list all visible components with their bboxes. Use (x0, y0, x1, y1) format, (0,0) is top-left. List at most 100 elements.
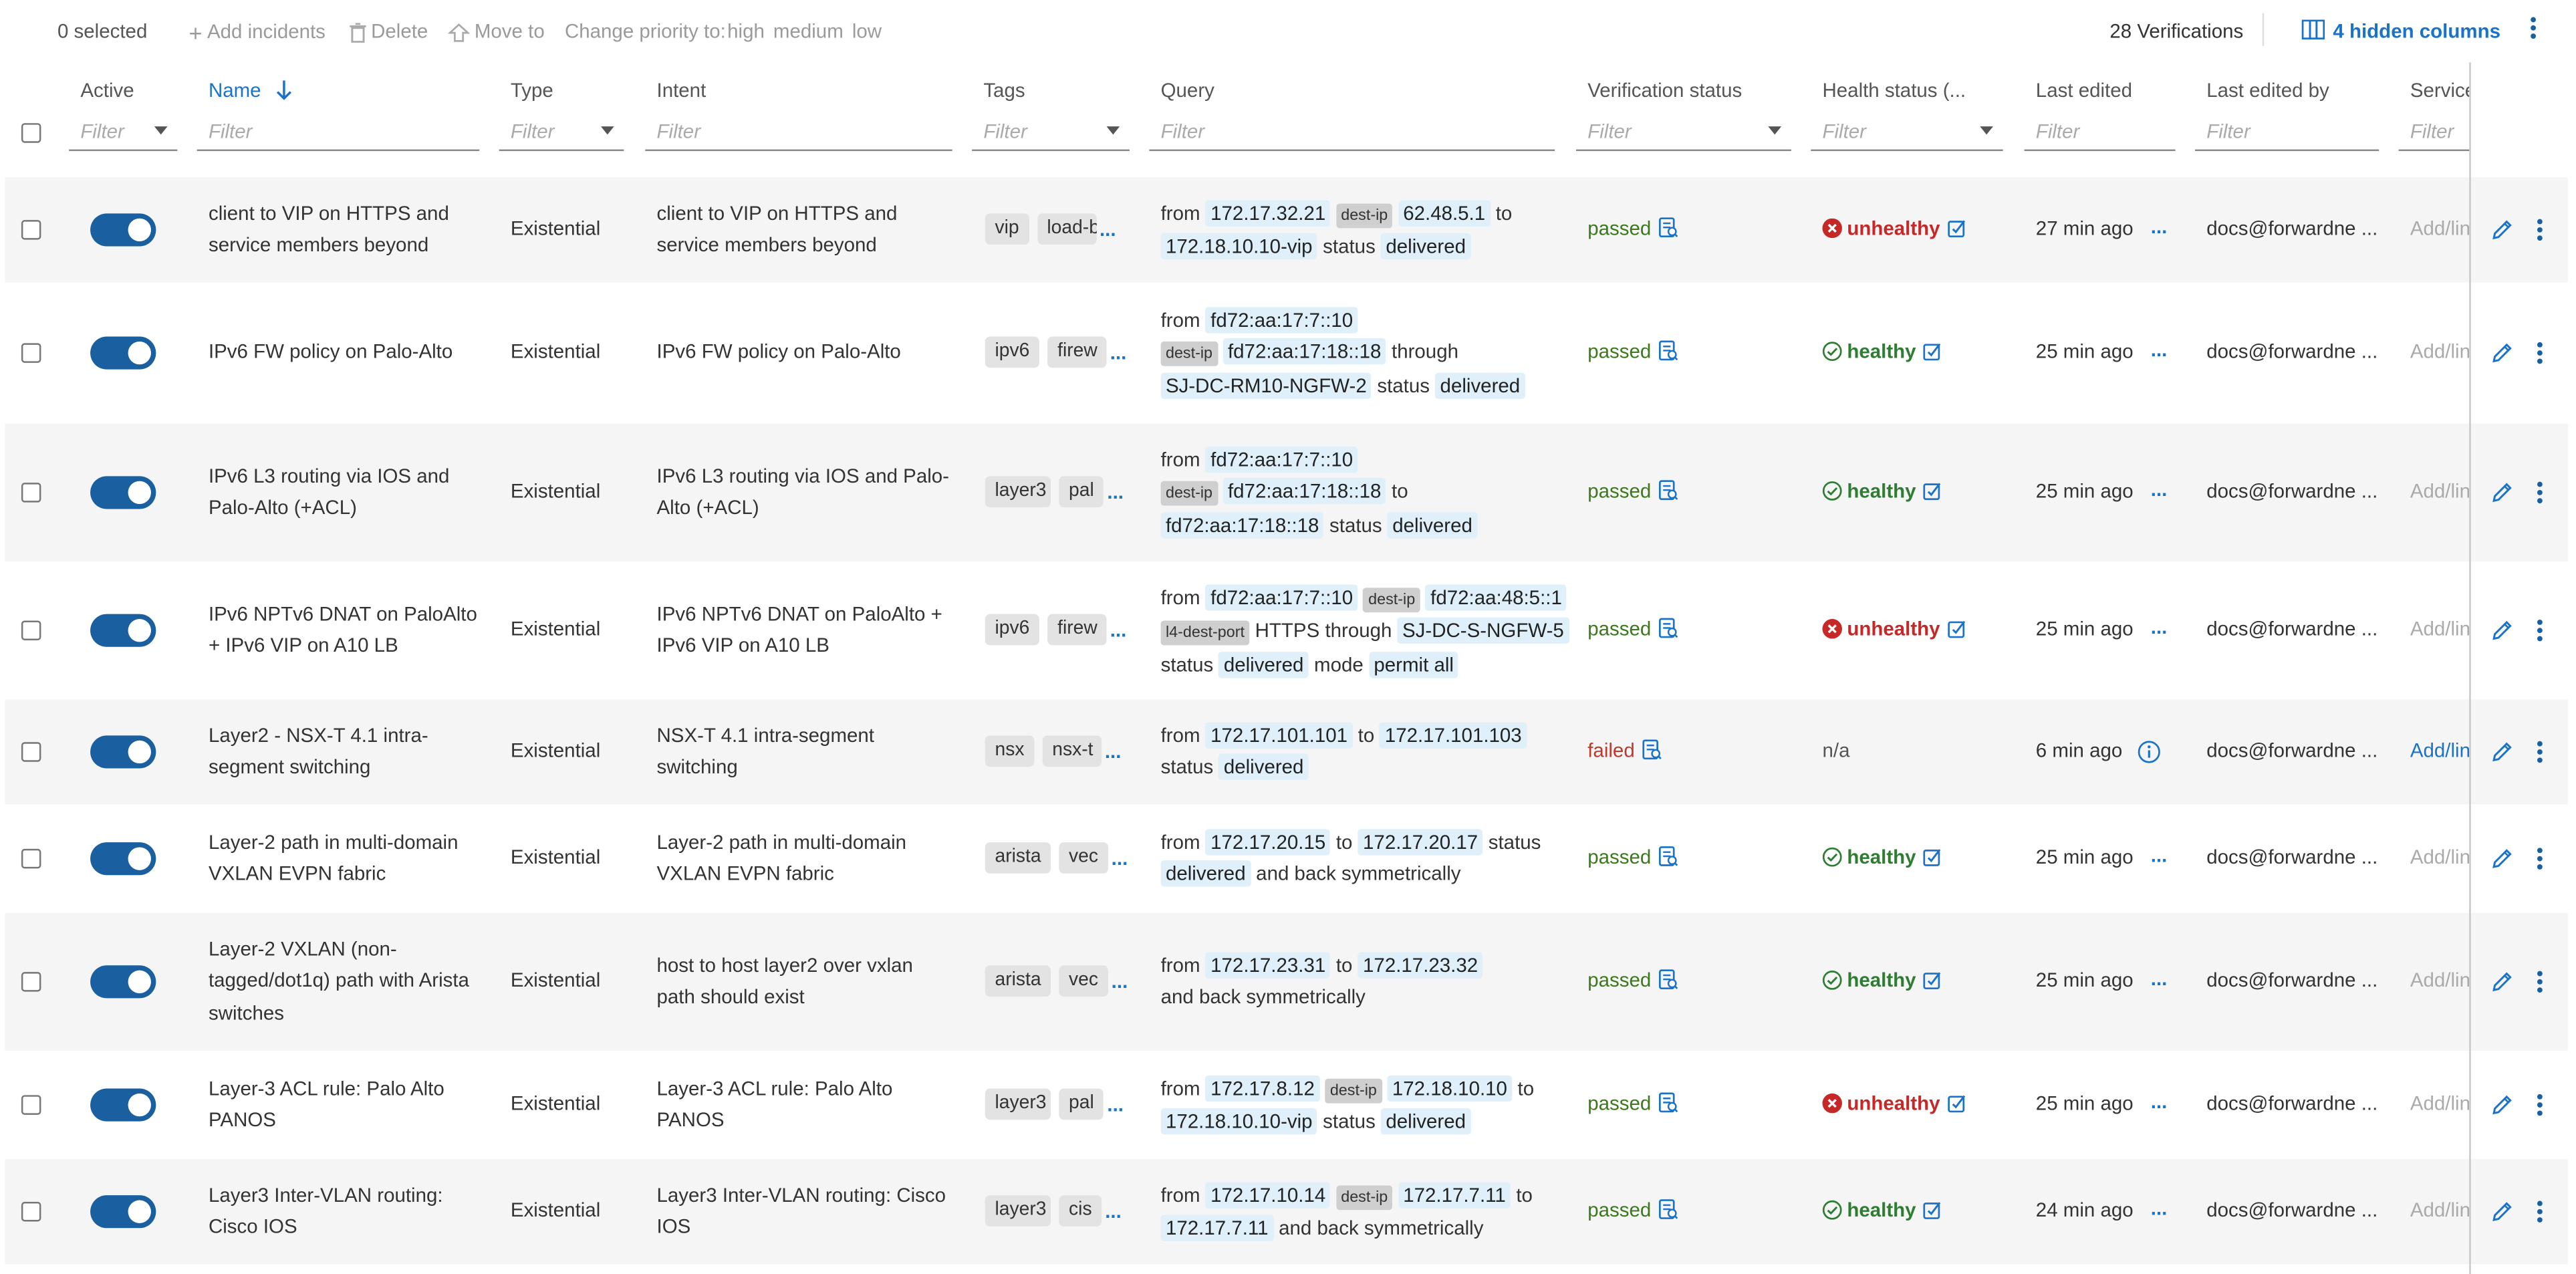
active-toggle[interactable] (90, 1088, 156, 1122)
table-row[interactable]: IPv6 L3 routing via IOS and Palo-Alto (+A… (5, 423, 2568, 562)
service-link[interactable]: Add/lin (2410, 340, 2469, 362)
col-query-header[interactable]: Query (1161, 79, 1214, 102)
priority-high-button[interactable]: high (727, 19, 765, 42)
active-toggle[interactable] (90, 735, 156, 769)
edit-pencil-icon[interactable] (2490, 619, 2513, 650)
tag-chip[interactable]: nsx (985, 735, 1035, 767)
col-last-edited-by-header[interactable]: Last edited by (2206, 79, 2329, 102)
edit-pencil-icon[interactable] (2490, 741, 2513, 772)
active-toggle[interactable] (90, 213, 156, 247)
last-edited-more-button[interactable]: ... (2151, 215, 2168, 238)
edit-check-icon[interactable] (1922, 342, 1942, 361)
active-toggle[interactable] (90, 842, 156, 876)
row-name[interactable]: Layer3 Inter-VLAN routing: Cisco IOS (209, 1180, 488, 1244)
tag-chip[interactable]: vec (1059, 842, 1108, 874)
col-active-header[interactable]: Active (80, 79, 134, 102)
active-toggle[interactable] (90, 336, 156, 370)
last-edited-more-button[interactable]: ... (2151, 967, 2168, 990)
tags-more-button[interactable]: ... (1107, 1093, 1124, 1116)
info-icon[interactable] (2138, 741, 2160, 772)
row-name[interactable]: Layer-3 ACL rule: Palo Alto PANOS (209, 1073, 488, 1137)
col-verification-header[interactable]: Verification status (1587, 79, 1742, 102)
edit-pencil-icon[interactable] (2490, 847, 2513, 878)
last-edited-by[interactable]: docs@forwardne ... (2206, 479, 2377, 502)
report-icon[interactable] (1658, 618, 1678, 639)
last-edited-by[interactable]: docs@forwardne ... (2206, 846, 2377, 868)
row-checkbox[interactable] (21, 483, 41, 503)
priority-low-button[interactable]: low (852, 19, 882, 42)
table-row[interactable]: Layer-3 ACL rule: Palo Alto PANOS Existent… (5, 1052, 2567, 1157)
row-checkbox[interactable] (21, 343, 41, 363)
tag-chip[interactable]: vec (1059, 965, 1108, 997)
tags-more-button[interactable]: ... (1110, 618, 1127, 641)
report-icon[interactable] (1658, 217, 1678, 238)
row-checkbox[interactable] (21, 742, 41, 762)
service-link[interactable]: Add/lin (2410, 846, 2469, 868)
tag-chip[interactable]: pal (1059, 476, 1104, 507)
active-toggle[interactable] (90, 476, 156, 509)
tag-chip[interactable]: layer3 (985, 1088, 1051, 1120)
edit-pencil-icon[interactable] (2490, 342, 2513, 373)
filter-intent[interactable]: Filter (645, 112, 952, 151)
report-icon[interactable] (1658, 1198, 1678, 1220)
row-more-icon[interactable] (2537, 481, 2543, 513)
move-to-button[interactable]: Move to (448, 19, 545, 43)
row-name[interactable]: IPv6 NPTv6 DNAT on PaloAlto + IPv6 VIP on… (209, 598, 488, 662)
filter-last-edited-by[interactable]: Filter (2195, 112, 2379, 151)
tag-chip[interactable]: firew (1047, 614, 1107, 646)
delete-button[interactable]: Delete (350, 19, 428, 43)
edit-check-icon[interactable] (1922, 971, 1942, 990)
filter-query[interactable]: Filter (1149, 112, 1555, 151)
tag-chip[interactable]: layer3 (985, 476, 1051, 507)
tag-chip[interactable]: vip (985, 213, 1029, 245)
service-link[interactable]: Add/lin (2410, 618, 2469, 640)
report-icon[interactable] (1658, 1092, 1678, 1113)
tags-more-button[interactable]: ... (1100, 218, 1116, 241)
row-more-icon[interactable] (2537, 741, 2543, 772)
tag-chip[interactable]: arista (985, 965, 1051, 997)
report-icon[interactable] (1658, 340, 1678, 361)
row-name[interactable]: IPv6 FW policy on Palo-Alto (209, 337, 488, 369)
edit-check-icon[interactable] (1922, 481, 1942, 501)
edit-pencil-icon[interactable] (2490, 481, 2513, 513)
tag-chip[interactable]: firew (1047, 336, 1107, 368)
col-type-header[interactable]: Type (511, 79, 553, 102)
select-all-checkbox[interactable] (21, 123, 41, 143)
last-edited-by[interactable]: docs@forwardne ... (2206, 217, 2377, 239)
row-more-icon[interactable] (2537, 619, 2543, 650)
service-link[interactable]: Add/lin (2410, 217, 2469, 239)
tag-chip[interactable]: arista (985, 842, 1051, 874)
filter-verification[interactable]: Filter (1576, 112, 1791, 151)
last-edited-by[interactable]: docs@forwardne ... (2206, 618, 2377, 640)
tags-more-button[interactable]: ... (1112, 970, 1128, 993)
edit-pencil-icon[interactable] (2490, 971, 2513, 1002)
hidden-columns-button[interactable]: 4 hidden columns (2301, 19, 2500, 43)
active-toggle[interactable] (90, 614, 156, 647)
col-health-header[interactable]: Health status (... (1822, 79, 1966, 102)
tags-more-button[interactable]: ... (1110, 341, 1127, 364)
filter-health[interactable]: Filter (1811, 112, 2003, 151)
col-last-edited-header[interactable]: Last edited (2036, 79, 2132, 102)
filter-name[interactable]: Filter (197, 112, 480, 151)
tag-chip[interactable]: nsx-t (1042, 735, 1102, 767)
edit-check-icon[interactable] (1946, 619, 1966, 638)
edit-pencil-icon[interactable] (2490, 1094, 2513, 1125)
add-incidents-button[interactable]: + Add incidents (188, 19, 325, 45)
table-row[interactable]: Layer2 - NSX-T 4.1 intra-segment switchi… (5, 699, 2568, 805)
service-link[interactable]: Add/lin (2410, 1092, 2469, 1114)
service-link[interactable]: Add/lin (2410, 1198, 2469, 1221)
row-checkbox[interactable] (21, 972, 41, 992)
row-checkbox[interactable] (21, 620, 41, 640)
table-row[interactable]: Layer3 Inter-VLAN routing: Cisco IOS Exist… (5, 1159, 2568, 1265)
tags-more-button[interactable]: ... (1112, 847, 1128, 870)
row-checkbox[interactable] (21, 220, 41, 240)
report-icon[interactable] (1658, 479, 1678, 501)
filter-tags[interactable]: Filter (972, 112, 1130, 151)
last-edited-by[interactable]: docs@forwardne ... (2206, 739, 2377, 761)
row-checkbox[interactable] (21, 1202, 41, 1222)
row-more-icon[interactable] (2537, 847, 2543, 878)
filter-active[interactable]: Filter (69, 112, 178, 151)
row-name[interactable]: Layer-2 path in multi-domain VXLAN EVPN f… (209, 827, 488, 891)
row-more-icon[interactable] (2537, 1200, 2543, 1232)
col-service-header[interactable]: Service (2410, 79, 2469, 102)
